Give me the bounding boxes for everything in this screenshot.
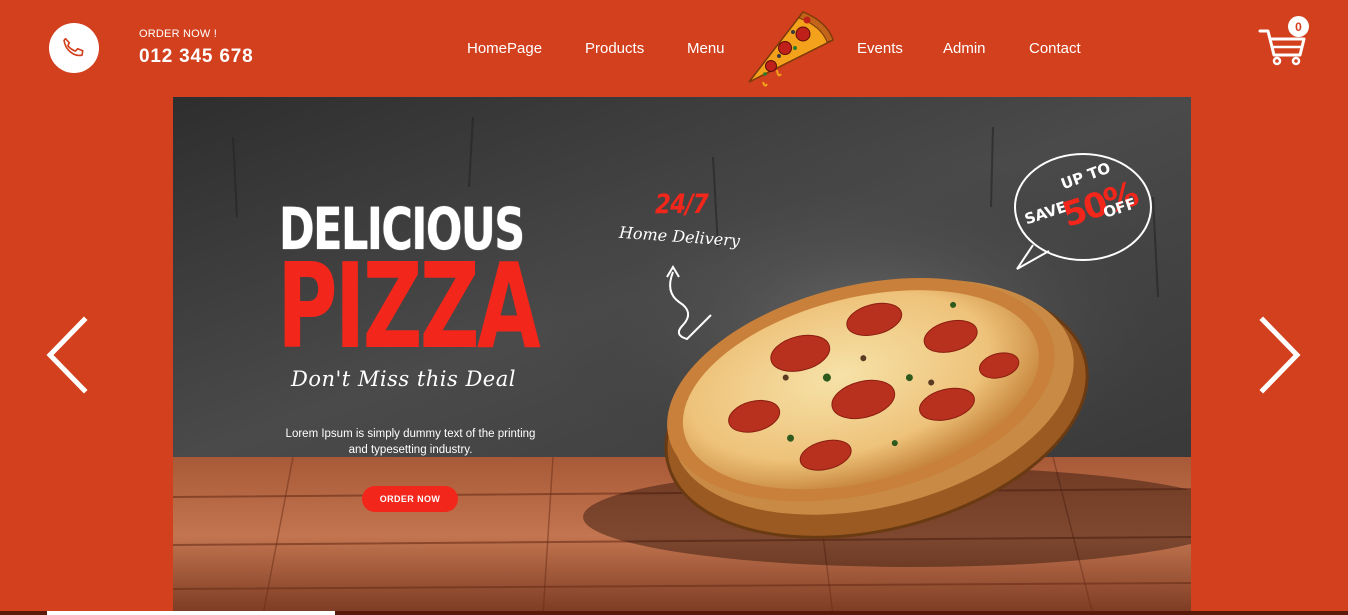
hero-slider: DELICIOUS PIZZA Don't Miss this Deal Lor… [173, 97, 1191, 615]
tagline: Don't Miss this Deal [291, 367, 516, 391]
bottom-divider-highlight [47, 611, 335, 615]
nav-homepage[interactable]: HomePage [467, 40, 542, 57]
nav-contact[interactable]: Contact [1029, 40, 1081, 57]
headline-pizza: PIZZA [277, 237, 541, 375]
nav-admin[interactable]: Admin [943, 40, 986, 57]
cart-count-badge: 0 [1288, 16, 1309, 37]
nav-products[interactable]: Products [585, 40, 644, 57]
nav-events[interactable]: Events [857, 40, 903, 57]
pizza-slice-logo[interactable] [741, 4, 839, 90]
slide-description: Lorem Ipsum is simply dummy text of the … [285, 428, 536, 456]
chevron-right-icon[interactable] [1257, 316, 1303, 394]
chevron-left-icon[interactable] [44, 316, 90, 394]
order-now-button[interactable]: ORDER NOW [362, 486, 458, 512]
nav-menu[interactable]: Menu [687, 40, 725, 57]
site-header: ORDER NOW ! 012 345 678 HomePage Product… [0, 0, 1348, 96]
phone-icon [63, 37, 84, 57]
phone-number[interactable]: 012 345 678 [139, 46, 253, 68]
order-now-label: ORDER NOW ! [139, 28, 217, 40]
delivery-hours: 24/7 [655, 189, 709, 220]
phone-button[interactable] [49, 23, 99, 73]
